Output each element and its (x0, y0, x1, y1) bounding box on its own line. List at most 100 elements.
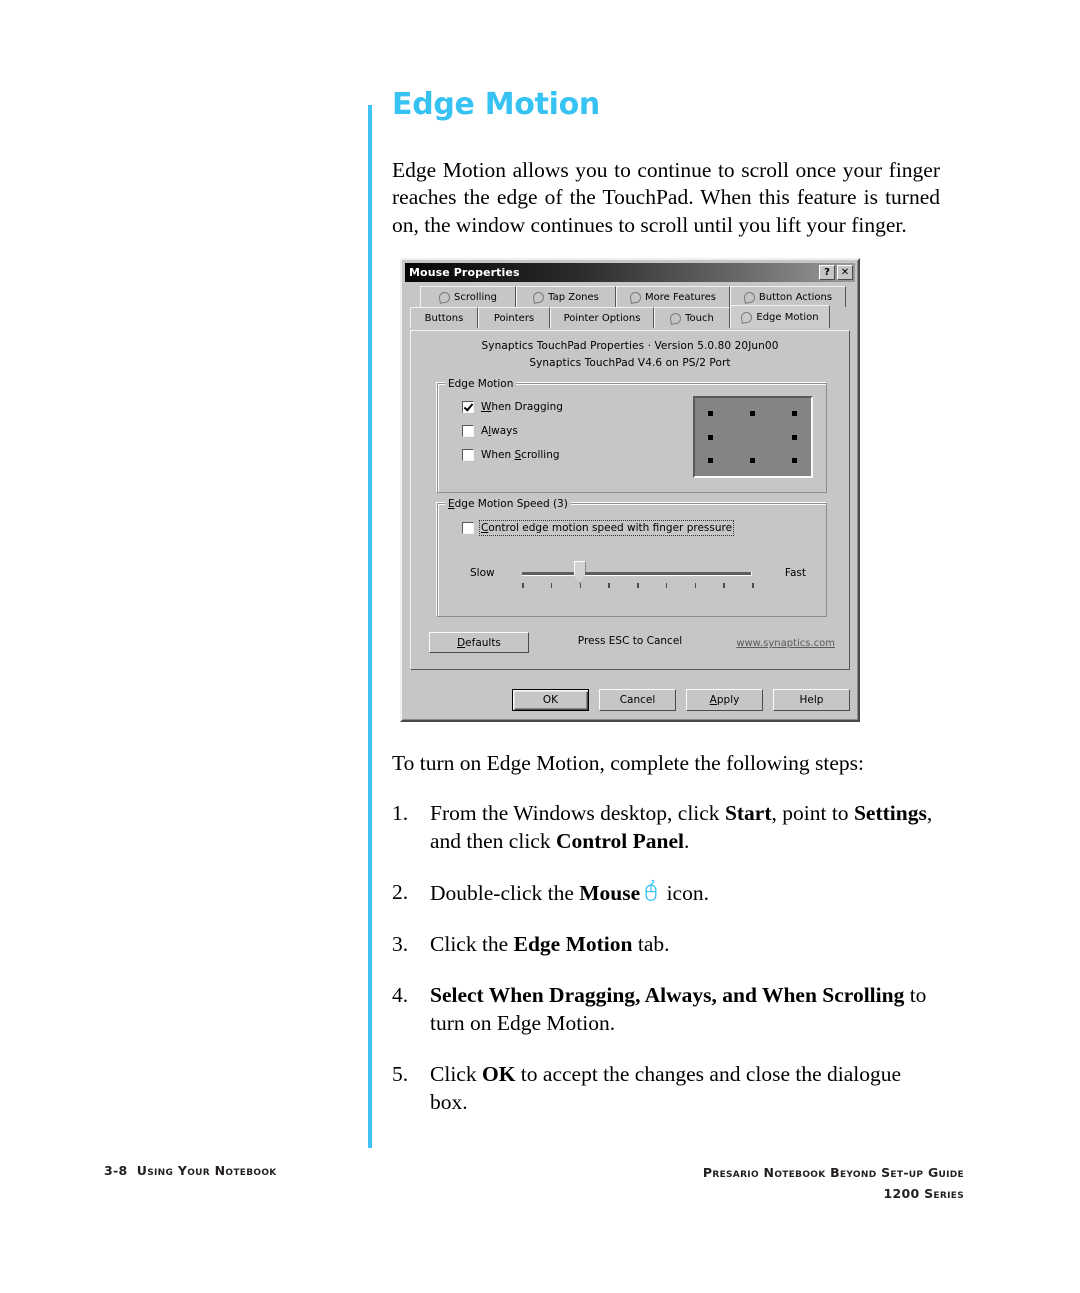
footer-right: Presario Notebook Beyond Set-up Guide 12… (703, 1163, 964, 1204)
help-icon[interactable]: ? (819, 265, 835, 280)
intro-paragraph: Edge Motion allows you to continue to sc… (392, 158, 940, 237)
tab-pointers[interactable]: Pointers (478, 307, 550, 328)
mouse-icon (645, 879, 657, 902)
tab-droplet-icon (740, 310, 754, 324)
tab-label: Pointers (493, 312, 535, 324)
mouse-properties-dialog: Mouse Properties ? ✕ Scrolling Tap Zones M… (400, 258, 860, 722)
checkbox-when-scrolling[interactable]: When Scrolling (462, 449, 560, 461)
tab-label: Touch (685, 312, 714, 324)
tab-row-2: Buttons Pointers Pointer Options Touch Edge … (410, 305, 850, 328)
slider-ticks (522, 583, 754, 589)
tab-edge-motion[interactable]: Edge Motion (730, 305, 830, 328)
step-text: Click the Edge Motion tab. (430, 932, 670, 957)
edge-motion-speed-group: Edge Motion Speed (3) Control edge motio… (437, 498, 827, 617)
slider-max-label: Fast (784, 567, 806, 579)
tab-button-actions[interactable]: Button Actions (730, 286, 846, 307)
tab-row-1: Scrolling Tap Zones More Features Button Ac… (420, 286, 850, 307)
checkbox-when-dragging[interactable]: When Dragging (462, 401, 563, 413)
footer-left: 3-8 Using Your Notebook (104, 1163, 277, 1178)
touchpad-corner-dot (707, 457, 713, 463)
tab-label: Scrolling (454, 291, 497, 303)
version-line-2: Synaptics TouchPad V4.6 on PS/2 Port (529, 357, 731, 370)
touchpad-corner-dot (749, 457, 755, 463)
footer-section-title: Using Your Notebook (136, 1163, 277, 1178)
slider-tick (694, 583, 696, 588)
slider-tick (723, 583, 725, 588)
version-line-1: Synaptics TouchPad Properties · Version … (481, 340, 779, 352)
tab-droplet-icon (438, 290, 451, 304)
step-text: Select When Dragging, Always, and When S… (430, 983, 927, 1035)
edge-motion-speed-slider[interactable]: Slow Fast (460, 556, 812, 598)
touchpad-corner-dot (707, 411, 713, 417)
tab-label: More Features (645, 291, 716, 303)
slider-tick (522, 583, 524, 588)
checkbox-always[interactable]: Always (462, 425, 518, 437)
footer-series: 1200 Series (883, 1185, 964, 1201)
checkbox-always-box[interactable] (462, 425, 474, 437)
titlebar-buttons: ? ✕ (819, 265, 855, 280)
checkbox-when-scrolling-box[interactable] (462, 449, 474, 461)
edge-motion-group-label: Edge Motion (445, 378, 517, 390)
checkbox-when-dragging-label: When Dragging (481, 401, 563, 413)
checkbox-when-scrolling-label: When Scrolling (481, 449, 560, 461)
document-page: Edge Motion Edge Motion allows you to co… (0, 0, 1080, 1293)
steps-section: To turn on Edge Motion, complete the fol… (392, 750, 940, 1117)
tab-droplet-icon (532, 290, 545, 304)
tab-droplet-icon (669, 311, 683, 325)
touchpad-preview (693, 396, 813, 478)
help-button[interactable]: Help (773, 689, 850, 711)
dialog-titlebar: Mouse Properties ? ✕ (405, 263, 855, 282)
step-item: 5. Click OK to accept the changes and clo… (392, 1061, 940, 1117)
step-item: 1. From the Windows desktop, click Start,… (392, 800, 940, 856)
tab-page-edge-motion: Synaptics TouchPad Properties · Version … (410, 330, 850, 670)
ok-button[interactable]: OK (512, 689, 589, 711)
footer-guide-title: Presario Notebook Beyond Set-up Guide (702, 1165, 964, 1180)
touchpad-corner-dot (749, 411, 755, 417)
steps-list: 1. From the Windows desktop, click Start,… (392, 800, 940, 1117)
dialog-button-row: OK Cancel Apply Help (512, 689, 850, 711)
page-title: Edge Motion (392, 87, 600, 122)
tab-droplet-icon (629, 290, 642, 304)
step-number: 1. (392, 801, 409, 826)
synaptics-link[interactable]: www.synaptics.com (736, 638, 835, 649)
tab-label: Buttons (424, 312, 464, 324)
step-text: Click OK to accept the changes and close… (430, 1061, 902, 1114)
dialog-title: Mouse Properties (409, 266, 520, 279)
tab-scrolling[interactable]: Scrolling (420, 286, 516, 307)
touchpad-corner-dot (707, 434, 713, 440)
step-item: 4. Select When Dragging, Always, and When… (392, 982, 940, 1038)
tab-buttons[interactable]: Buttons (410, 307, 478, 328)
slider-tick (579, 583, 581, 588)
step-item: 2. Double-click the Mouse icon. (392, 879, 940, 908)
edge-motion-group: Edge Motion When Dragging Always When Sc… (437, 378, 827, 493)
tab-strip: Scrolling Tap Zones More Features Button Ac… (410, 286, 850, 332)
tab-label: Button Actions (758, 291, 833, 303)
apply-button[interactable]: Apply (686, 689, 763, 711)
tab-label: Tap Zones (548, 291, 599, 303)
checkbox-when-dragging-box[interactable] (462, 401, 474, 413)
close-icon[interactable]: ✕ (837, 265, 853, 280)
checkbox-always-label: Always (481, 425, 518, 437)
cancel-button[interactable]: Cancel (599, 689, 676, 711)
tab-more-features[interactable]: More Features (616, 286, 730, 307)
tab-touch[interactable]: Touch (654, 307, 730, 328)
step-number: 3. (392, 932, 409, 957)
slider-tick (608, 583, 610, 588)
tab-pointer-options[interactable]: Pointer Options (550, 307, 654, 328)
slider-tick (550, 583, 553, 588)
footer-page-number: 3-8 (104, 1163, 128, 1178)
tab-tap-zones[interactable]: Tap Zones (516, 286, 616, 307)
speed-group-label: Edge Motion Speed (3) (445, 498, 571, 510)
checkbox-finger-pressure-box[interactable] (462, 522, 474, 534)
step-text: From the Windows desktop, click Start, p… (430, 801, 933, 854)
slider-tick (752, 583, 754, 588)
checkbox-finger-pressure-label: Control edge motion speed with finger pr… (478, 520, 735, 536)
press-esc-text: Press ESC to Cancel (577, 635, 683, 647)
checkbox-finger-pressure[interactable]: Control edge motion speed with finger pr… (462, 520, 735, 536)
step-number: 4. (392, 983, 409, 1008)
slider-thumb[interactable] (573, 561, 586, 583)
defaults-button[interactable]: Defaults (429, 632, 529, 653)
tab-droplet-icon (743, 290, 756, 304)
slider-track[interactable] (522, 572, 752, 576)
touchpad-corner-dot (792, 411, 798, 417)
